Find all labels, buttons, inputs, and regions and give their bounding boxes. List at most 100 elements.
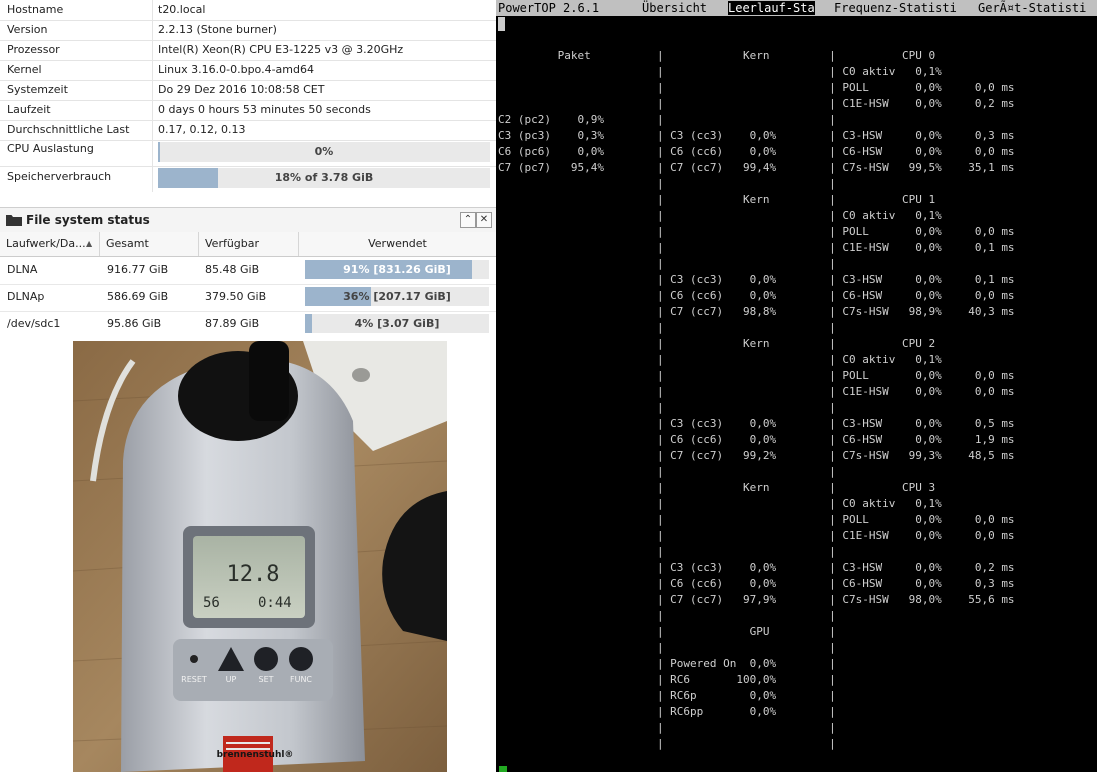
info-label: Hostname [7,3,64,16]
memory-usage-bar: 18% of 3.78 GiB [158,168,490,188]
column-label: Verwendet [368,237,427,250]
column-header-total[interactable]: Gesamt [100,232,199,256]
terminal-line: | | POLL 0,0% 0,0 ms [498,369,1015,382]
drive-usage-text: 36% [207.17 GiB] [343,290,451,303]
terminal-line: | RC6 100,0% | [498,673,836,686]
drive-available: 379.50 GiB [205,290,267,303]
terminal-line: C2 (pc2) 0,9% | | [498,113,836,126]
terminal-line: | | [498,401,836,414]
info-value: 2.2.13 (Stone burner) [158,23,277,36]
terminal-line: | C6 (cc6) 0,0% | C6-HSW 0,0% 1,9 ms [498,433,1015,446]
terminal-line: | GPU | [498,625,836,638]
reset-button-dot [190,655,198,663]
close-widget-button[interactable]: ✕ [476,212,492,228]
info-value: Linux 3.16.0-0.bpo.4-amd64 [158,63,314,76]
terminal-line: | | C0 aktiv 0,1% [498,209,942,222]
drive-total: 916.77 GiB [107,263,169,276]
tab-overview[interactable]: Übersicht [642,1,707,15]
terminal-line: C6 (pc6) 0,0% | C6 (cc6) 0,0% | C6-HSW 0… [498,145,1015,158]
info-value: t20.local [158,3,206,16]
terminal-line: | | C1E-HSW 0,0% 0,1 ms [498,241,1015,254]
cpu-usage-text: 0% [314,145,334,158]
drive-usage-text: 91% [831.26 GiB] [343,263,451,276]
terminal-line: | RC6pp 0,0% | [498,705,836,718]
func-label: FUNC [290,675,312,684]
table-row[interactable]: DLNA 916.77 GiB 85.48 GiB 91% [831.26 Gi… [0,257,496,285]
terminal-line: | | [498,321,836,334]
powertop-version: PowerTOP 2.6.1 [498,1,600,15]
double-chevron-up-icon: ⌃ [463,214,473,225]
column-header-available[interactable]: Verfügbar [199,232,299,256]
terminal-status-marker [499,766,507,772]
terminal-line: | | C0 aktiv 0,1% [498,353,942,366]
tab-idle-stats[interactable]: Leerlauf-Sta [728,1,815,15]
drive-total: 586.69 GiB [107,290,169,303]
info-row-uptime: Laufzeit 0 days 0 hours 53 minutes 50 se… [0,100,496,121]
drive-name: DLNAp [7,290,45,303]
info-value: 0.17, 0.12, 0.13 [158,123,246,136]
tab-frequency-stats[interactable]: Frequenz-Statisti [834,1,957,15]
terminal-line: | Powered On 0,0% | [498,657,836,670]
terminal-line: | | [498,545,836,558]
tab-device-stats[interactable]: GerÃ¤t-Statisti [978,1,1086,15]
terminal-line: | | POLL 0,0% 0,0 ms [498,513,1015,526]
power-meter-illustration: 12.8 56 0:44 RESET UP SET FUNC brennenst… [73,341,447,772]
terminal-line: | | POLL 0,0% 0,0 ms [498,225,1015,238]
lcd-main-value: 12.8 [227,562,280,587]
terminal-line: | | [498,257,836,270]
terminal-line: | C6 (cc6) 0,0% | C6-HSW 0,0% 0,3 ms [498,577,1015,590]
terminal-line: | | C0 aktiv 0,1% [498,497,942,510]
drive-total: 95.86 GiB [107,317,162,330]
terminal-line: | | C1E-HSW 0,0% 0,0 ms [498,385,1015,398]
terminal-line: | Kern | CPU 2 [498,337,936,350]
info-row-version: Version 2.2.13 (Stone burner) [0,20,496,41]
column-label: Verfügbar [205,237,260,250]
terminal-line: | Kern | CPU 1 [498,193,936,206]
terminal-line: | | [498,721,836,734]
table-row[interactable]: /dev/sdc1 95.86 GiB 87.89 GiB 4% [3.07 G… [0,311,496,338]
info-label: Version [7,23,48,36]
info-row-processor: Prozessor Intel(R) Xeon(R) CPU E3-1225 v… [0,40,496,61]
drive-available: 87.89 GiB [205,317,260,330]
collapse-button[interactable]: ⌃ [460,212,476,228]
terminal-line: | | [498,465,836,478]
drive-usage-bar: 36% [207.17 GiB] [305,287,489,306]
info-label: Kernel [7,63,42,76]
info-row-hostname: Hostname t20.local [0,0,496,21]
column-label: Laufwerk/Da... [6,237,86,250]
info-row-load: Durchschnittliche Last 0.17, 0.12, 0.13 [0,120,496,141]
info-label: Durchschnittliche Last [7,123,130,136]
terminal-line: C7 (pc7) 95,4% | C7 (cc7) 99,4% | C7s-HS… [498,161,1015,174]
terminal-line: | C6 (cc6) 0,0% | C6-HSW 0,0% 0,0 ms [498,289,1015,302]
info-label: Speicherverbrauch [7,170,112,183]
info-label: Prozessor [7,43,60,56]
terminal-line: | C7 (cc7) 97,9% | C7s-HSW 98,0% 55,6 ms [498,593,1015,606]
memory-usage-text: 18% of 3.78 GiB [274,171,374,184]
terminal-cursor [498,17,505,31]
column-header-drive[interactable]: Laufwerk/Da... ▲ [0,232,100,256]
table-row[interactable]: DLNAp 586.69 GiB 379.50 GiB 36% [207.17 … [0,284,496,312]
terminal-line: | RC6p 0,0% | [498,689,836,702]
lcd-right-value: 0:44 [258,595,292,611]
drive-usage-bar: 4% [3.07 GiB] [305,314,489,333]
terminal-line: | | [498,737,836,750]
drive-usage-text: 4% [3.07 GiB] [354,317,440,330]
terminal-line: | | [498,177,836,190]
set-label: SET [258,675,273,684]
lcd-left-value: 56 [203,595,220,611]
info-value: Do 29 Dez 2016 10:08:58 CET [158,83,325,96]
reset-label: RESET [181,675,207,684]
terminal-line: C3 (pc3) 0,3% | C3 (cc3) 0,0% | C3-HSW 0… [498,129,1015,142]
column-header-used[interactable]: Verwendet [299,232,496,256]
filesystem-widget-title: File system status [26,213,150,227]
powertop-tab-bar: PowerTOP 2.6.1 Übersicht Leerlauf-Sta Fr… [496,0,1097,16]
powertop-terminal[interactable]: PowerTOP 2.6.1 Übersicht Leerlauf-Sta Fr… [496,0,1097,772]
info-row-kernel: Kernel Linux 3.16.0-0.bpo.4-amd64 [0,60,496,81]
terminal-line: | | C1E-HSW 0,0% 0,0 ms [498,529,1015,542]
column-label: Gesamt [106,237,149,250]
filesystem-widget-header: File system status ⌃ ✕ [0,207,496,233]
info-row-memory: Speicherverbrauch 18% of 3.78 GiB [0,166,496,192]
drive-available: 85.48 GiB [205,263,260,276]
drive-name: DLNA [7,263,38,276]
terminal-line: | C7 (cc7) 99,2% | C7s-HSW 99,3% 48,5 ms [498,449,1015,462]
